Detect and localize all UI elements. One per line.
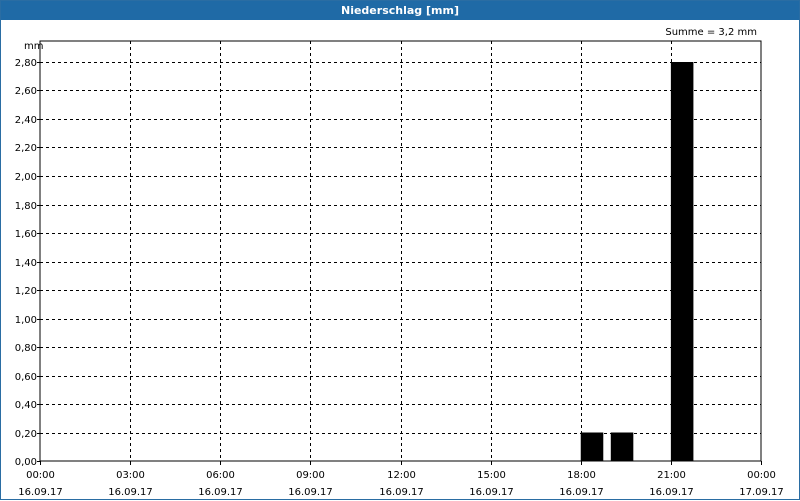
y-tick-label: 0,60 (15, 372, 37, 383)
plot-frame (39, 40, 762, 462)
x-tick-date: 16.09.17 (559, 487, 604, 498)
x-tick-time: 21:00 (657, 470, 686, 481)
y-tick-label: 2,60 (15, 86, 37, 97)
y-tick-label: 1,40 (15, 258, 37, 269)
y-tick-label: 1,20 (15, 286, 37, 297)
grid-lines (40, 41, 761, 461)
x-axis-ticks: 00:00 16.09.17 03:00 16.09.17 06:00 16.09.17 0… (18, 461, 784, 498)
y-tick-label: 0,20 (15, 429, 37, 440)
precipitation-bar (670, 62, 694, 461)
x-tick-time: 06:00 (206, 470, 235, 481)
y-tick-label: 1,60 (15, 229, 37, 240)
y-tick-label: 0,80 (15, 343, 37, 354)
x-tick-date: 16.09.17 (379, 487, 424, 498)
x-tick-time: 00:00 (26, 470, 55, 481)
precipitation-bar (580, 432, 604, 461)
precipitation-bar (610, 432, 634, 461)
x-tick-time: 03:00 (116, 470, 145, 481)
x-tick-date: 16.09.17 (469, 487, 514, 498)
y-tick-label: 1,00 (15, 315, 37, 326)
x-tick-time: 12:00 (387, 470, 416, 481)
y-tick-label: 0,00 (15, 457, 37, 468)
y-tick-label: 2,40 (15, 115, 37, 126)
y-tick-label: 2,20 (15, 143, 37, 154)
x-tick-time: 18:00 (567, 470, 596, 481)
x-tick-date: 16.09.17 (198, 487, 243, 498)
y-tick-label: 0,40 (15, 400, 37, 411)
bar-series (580, 62, 694, 461)
chart-window: Niederschlag [mm] Summe = 3,2 mm mm 0,00… (0, 0, 800, 500)
y-tick-label: 2,80 (15, 58, 37, 69)
y-axis-ticks: 0,00 0,20 0,40 0,60 0,80 1,00 1,20 1,40 1,60 1,80… (15, 58, 40, 468)
x-tick-time: 15:00 (477, 470, 506, 481)
x-tick-date: 16.09.17 (108, 487, 153, 498)
x-tick-time: 09:00 (296, 470, 325, 481)
y-tick-label: 2,00 (15, 172, 37, 183)
precipitation-chart: 0,00 0,20 0,40 0,60 0,80 1,00 1,20 1,40 1,60 1,80… (15, 40, 784, 498)
x-tick-time: 00:00 (747, 470, 776, 481)
y-tick-label: 1,80 (15, 201, 37, 212)
x-tick-date: 17.09.17 (739, 487, 784, 498)
x-tick-date: 16.09.17 (649, 487, 694, 498)
x-tick-date: 16.09.17 (18, 487, 63, 498)
x-tick-date: 16.09.17 (288, 487, 333, 498)
